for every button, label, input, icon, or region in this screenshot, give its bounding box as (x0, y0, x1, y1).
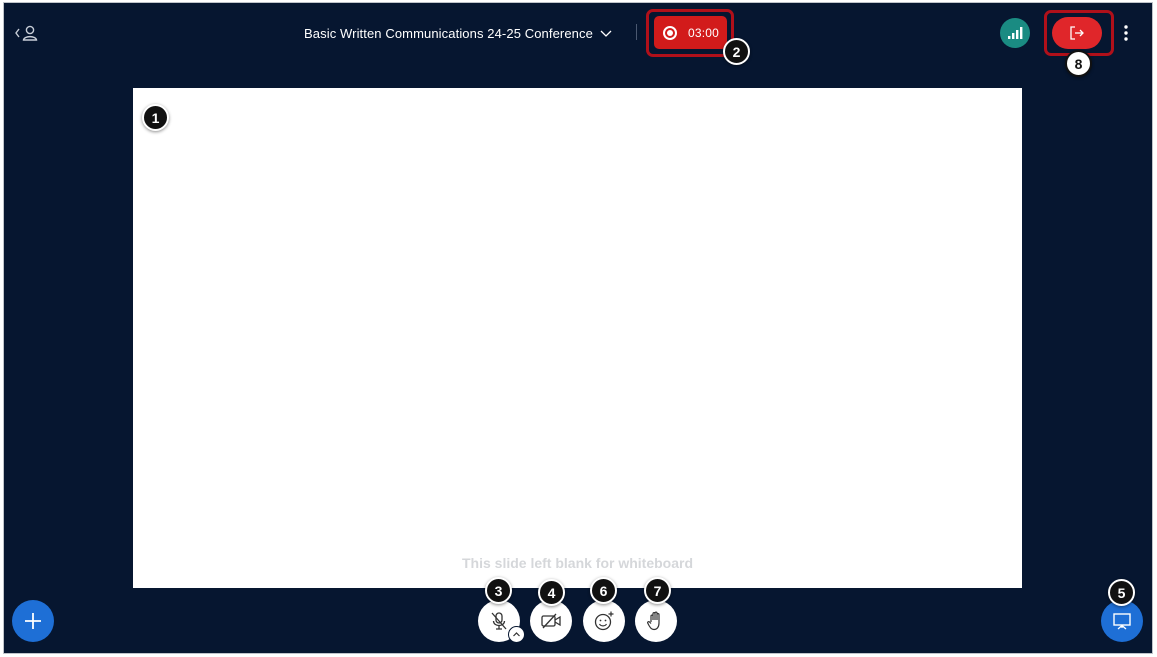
reactions-button[interactable] (583, 600, 625, 642)
emoji-add-icon (594, 611, 614, 631)
users-list-toggle[interactable] (12, 20, 42, 46)
camera-button[interactable] (530, 600, 572, 642)
title-separator (636, 24, 637, 40)
conference-title-dropdown[interactable]: Basic Written Communications 24-25 Confe… (304, 21, 613, 45)
recording-button[interactable]: 03:00 (654, 16, 727, 49)
chevron-down-icon (599, 28, 613, 38)
connection-status-button[interactable] (1000, 18, 1030, 48)
leave-session-icon (1070, 26, 1084, 40)
leave-session-button[interactable] (1052, 17, 1102, 49)
presentation-toggle-button[interactable] (1101, 600, 1143, 642)
callout-6: 6 (590, 577, 617, 604)
actions-plus-button[interactable] (12, 600, 54, 642)
callout-5: 5 (1108, 579, 1135, 606)
options-menu-button[interactable] (1118, 19, 1134, 47)
microphone-options-button[interactable] (508, 626, 525, 643)
callout-1: 1 (142, 104, 169, 131)
callout-2: 2 (723, 38, 750, 65)
callout-8: 8 (1065, 50, 1092, 77)
user-list-icon (15, 25, 38, 41)
camera-off-icon (541, 613, 561, 629)
plus-icon (25, 613, 41, 629)
recording-timer: 03:00 (688, 25, 720, 40)
callout-7: 7 (644, 577, 671, 604)
callout-4: 4 (538, 579, 565, 606)
more-vertical-icon (1124, 25, 1128, 41)
record-icon (663, 25, 677, 40)
raise-hand-button[interactable] (635, 600, 677, 642)
hand-icon (647, 611, 660, 631)
callout-3: 3 (485, 577, 512, 604)
microphone-muted-icon (491, 612, 507, 630)
conference-title: Basic Written Communications 24-25 Confe… (304, 25, 593, 41)
conference-window: Basic Written Communications 24-25 Confe… (3, 2, 1153, 654)
whiteboard-slide[interactable]: This slide left blank for whiteboard (133, 88, 1022, 588)
whiteboard-caption: This slide left blank for whiteboard (461, 555, 694, 571)
signal-bars-icon (1008, 27, 1023, 39)
presentation-icon (1113, 613, 1131, 630)
chevron-up-icon (513, 632, 520, 637)
